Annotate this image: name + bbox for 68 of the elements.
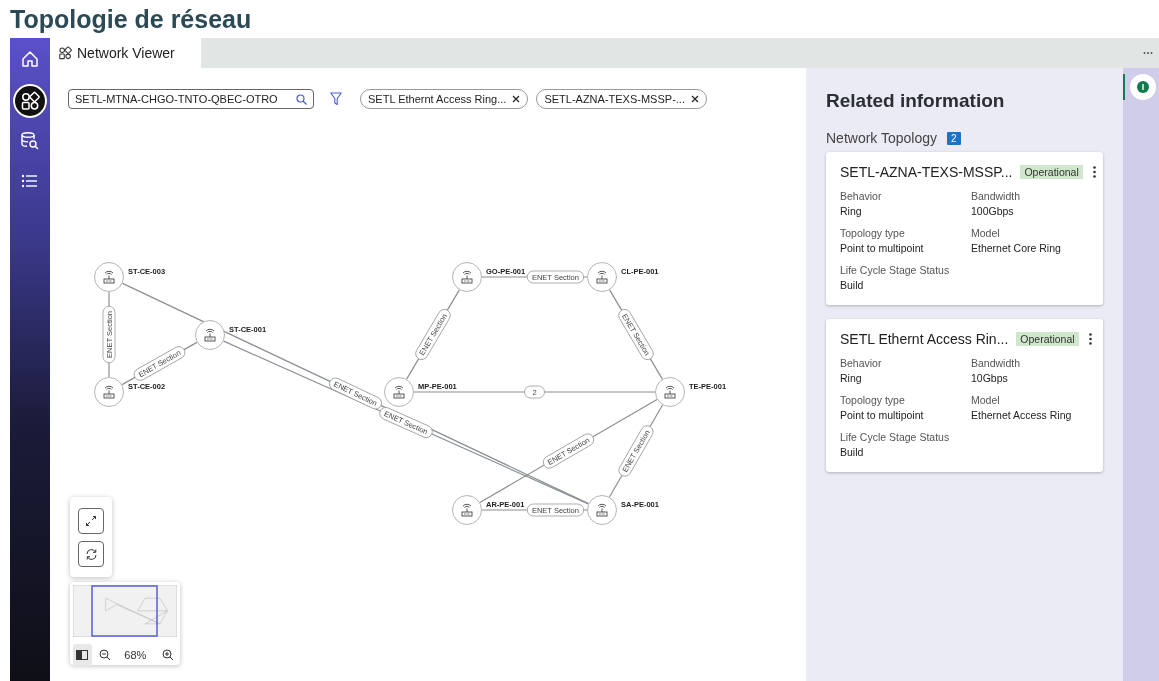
more-icon[interactable] (1143, 51, 1153, 55)
field-label: Topology type (840, 227, 906, 239)
count-badge: 2 (947, 131, 961, 145)
page-title: Topologie de réseau (10, 4, 252, 35)
field-label: Topology type (840, 394, 906, 406)
router-node[interactable] (94, 262, 124, 292)
router-node[interactable] (655, 377, 685, 407)
refresh-icon (84, 547, 98, 561)
network-nav-button[interactable] (13, 84, 47, 118)
search-field[interactable]: SETL-MTNA-CHGO-TNTO-QBEC-OTRO (68, 89, 314, 109)
zoom-level: 68% (124, 649, 147, 661)
expand-icon (85, 515, 97, 527)
field-value: Build (840, 279, 865, 291)
field-value: Ring (840, 205, 863, 217)
field-label: Life Cycle Stage Status (840, 264, 951, 276)
minimap-icon (76, 650, 89, 660)
router-node[interactable] (587, 495, 617, 525)
network-icon (58, 46, 72, 60)
search-icon (296, 93, 307, 105)
field-value: Ethernet Access Ring (971, 409, 1073, 421)
field-label: Bandwidth (971, 190, 1022, 202)
tab[interactable]: Network Viewer (50, 38, 201, 68)
info-button[interactable] (1130, 74, 1156, 100)
field-value: Ring (840, 372, 863, 384)
router-node[interactable] (587, 262, 617, 292)
router-node[interactable] (384, 377, 414, 407)
field-value: Point to multipoint (840, 409, 925, 421)
kebab-icon (1092, 166, 1096, 178)
kebab-icon (1088, 333, 1092, 345)
field-label: Behavior (840, 190, 883, 202)
field-value: Build (840, 446, 865, 458)
home-icon (20, 49, 40, 69)
field-label: Behavior (840, 357, 883, 369)
zoom-out-icon (99, 649, 111, 661)
status-tag: Operational (1016, 332, 1079, 346)
database-search-icon (20, 131, 40, 151)
network-icon (20, 91, 40, 111)
minimap-drawing[interactable] (73, 585, 177, 637)
zoom-in-icon (161, 649, 174, 661)
field-value: Point to multipoint (840, 242, 925, 254)
card-title: SETL-AZNA-TEXS-MSSP... (840, 164, 1013, 180)
field-label: Model (971, 394, 1001, 406)
kebab-menu-button[interactable] (1090, 166, 1098, 178)
field-value: 10Gbps (971, 372, 1009, 384)
kebab-menu-button[interactable] (1086, 333, 1094, 345)
remove-chip-button[interactable] (512, 95, 521, 103)
filter-icon (330, 92, 342, 106)
minimap-toggle-button[interactable] (73, 644, 92, 666)
field-value: 100Gbps (971, 205, 1015, 217)
close-icon (512, 95, 521, 103)
filter-button[interactable] (330, 92, 342, 106)
fit-view-button[interactable] (78, 508, 104, 534)
status-tag: Operational (1020, 165, 1083, 179)
close-icon (690, 95, 699, 103)
router-node[interactable] (195, 320, 225, 350)
info-icon (1137, 81, 1149, 93)
remove-chip-button[interactable] (690, 95, 699, 103)
field-label: Bandwidth (971, 357, 1022, 369)
router-node[interactable] (452, 262, 482, 292)
section-title: Network Topology (826, 130, 938, 146)
card-title: SETL Ethernt Access Rin... (840, 331, 1009, 347)
field-label: Model (971, 227, 1001, 239)
refresh-button[interactable] (78, 541, 104, 567)
field-label: Life Cycle Stage Status (840, 431, 951, 443)
router-node[interactable] (452, 495, 482, 525)
field-value: Ethernet Core Ring (971, 242, 1062, 254)
panel-title: Related information (826, 90, 1005, 112)
router-node[interactable] (94, 377, 124, 407)
